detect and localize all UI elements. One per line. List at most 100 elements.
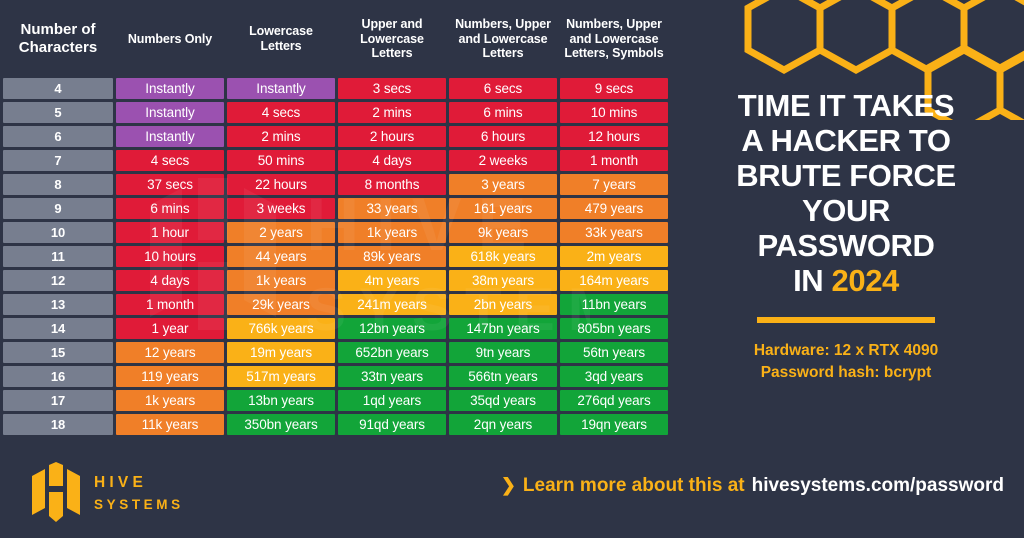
crack-time-cell: 50 mins — [227, 150, 335, 171]
crack-time-cell: 4 secs — [116, 150, 224, 171]
crack-time-cell: 2bn years — [449, 294, 557, 315]
learn-more-url: hivesystems.com/password — [751, 475, 1004, 496]
crack-time-cell: Instantly — [116, 102, 224, 123]
table-body: 4 Instantly Instantly 3 secs 6 secs 9 secs 5 In… — [3, 78, 668, 435]
headline-year: 2024 — [831, 263, 900, 299]
crack-time-cell: 3 weeks — [227, 198, 335, 219]
crack-time-cell: 3 years — [449, 174, 557, 195]
crack-time-cell: 2 mins — [227, 126, 335, 147]
crack-time-cell: 517m years — [227, 366, 335, 387]
crack-time-cell: 12 hours — [560, 126, 668, 147]
crack-time-cell: 12bn years — [338, 318, 446, 339]
column-header-lowercase: Lowercase Letters — [249, 24, 313, 53]
crack-time-cell: 1k years — [338, 222, 446, 243]
crack-time-cell: 164m years — [560, 270, 668, 291]
table-row: 11 10 hours 44 years 89k years 618k years 2m … — [3, 246, 668, 267]
password-table-container: Number of Characters Numbers Only Lowerc… — [0, 0, 668, 440]
crack-time-cell: 19m years — [227, 342, 335, 363]
crack-time-cell: 119 years — [116, 366, 224, 387]
spec-hash: Password hash: bcrypt — [760, 364, 932, 382]
crack-time-cell: 2 hours — [338, 126, 446, 147]
crack-time-cell: 91qd years — [338, 414, 446, 435]
chevron-right-icon: ❯ — [500, 475, 516, 495]
crack-time-cell: 1 year — [116, 318, 224, 339]
table-row: 10 1 hour 2 years 1k years 9k years 33k years — [3, 222, 668, 243]
crack-time-cell: 4 secs — [227, 102, 335, 123]
row-label-character-count: 13 — [3, 294, 113, 315]
footer: HIVE SYSTEMS ❯ Learn more about this at … — [0, 440, 1024, 538]
table-row: 5 Instantly 4 secs 2 mins 6 mins 10 mins — [3, 102, 668, 123]
crack-time-cell: 1k years — [227, 270, 335, 291]
crack-time-cell: Instantly — [116, 126, 224, 147]
logo-text-systems: SYSTEMS — [94, 496, 184, 512]
crack-time-cell: 3 secs — [338, 78, 446, 99]
crack-time-cell: 766k years — [227, 318, 335, 339]
crack-time-cell: 2m years — [560, 246, 668, 267]
table-row: 8 37 secs 22 hours 8 months 3 years 7 years — [3, 174, 668, 195]
column-header-characters: Number of Characters — [18, 21, 98, 56]
crack-time-cell: 1 month — [116, 294, 224, 315]
row-label-character-count: 16 — [3, 366, 113, 387]
crack-time-cell: 10 hours — [116, 246, 224, 267]
row-label-character-count: 9 — [3, 198, 113, 219]
crack-time-cell: 38m years — [449, 270, 557, 291]
crack-time-cell: 1k years — [116, 390, 224, 411]
infographic-root: HIVE SYSTEMS Number of Characters Number… — [0, 0, 1024, 538]
crack-time-cell: 4m years — [338, 270, 446, 291]
headline-in-prefix: IN — [793, 263, 832, 299]
row-label-character-count: 17 — [3, 390, 113, 411]
table-row: 6 Instantly 2 mins 2 hours 6 hours 12 hours — [3, 126, 668, 147]
crack-time-cell: Instantly — [116, 78, 224, 99]
crack-time-cell: Instantly — [227, 78, 335, 99]
hive-hexagon-logo-icon — [32, 462, 80, 522]
crack-time-cell: 7 years — [560, 174, 668, 195]
row-label-character-count: 4 — [3, 78, 113, 99]
table-row: 4 Instantly Instantly 3 secs 6 secs 9 secs — [3, 78, 668, 99]
spec-hardware: Hardware: 12 x RTX 4090 — [753, 342, 939, 360]
crack-time-cell: 479 years — [560, 198, 668, 219]
crack-time-cell: 33tn years — [338, 366, 446, 387]
crack-time-cell: 147bn years — [449, 318, 557, 339]
table-row: 15 12 years 19m years 652bn years 9tn years 5… — [3, 342, 668, 363]
column-header-numbers-only: Numbers Only — [127, 31, 213, 46]
crack-time-cell: 8 months — [338, 174, 446, 195]
crack-time-cell: 6 mins — [449, 102, 557, 123]
column-header-numbers-upper-lower: Numbers, Upper and Lowercase Letters — [455, 16, 551, 61]
row-label-character-count: 8 — [3, 174, 113, 195]
crack-time-cell: 9 secs — [560, 78, 668, 99]
page-title: TIME IT TAKES A HACKER TO BRUTE FORCE YO… — [681, 88, 1011, 298]
crack-time-cell: 19qn years — [560, 414, 668, 435]
crack-time-cell: 618k years — [449, 246, 557, 267]
crack-time-cell: 33k years — [560, 222, 668, 243]
crack-time-cell: 1qd years — [338, 390, 446, 411]
row-label-character-count: 11 — [3, 246, 113, 267]
learn-more-link[interactable]: ❯ Learn more about this at hivesystems.c… — [501, 475, 1004, 497]
headline-line-1: TIME IT TAKES — [737, 88, 955, 123]
crack-time-cell: 1 month — [560, 150, 668, 171]
learn-more-label: Learn more about this at — [522, 475, 745, 496]
crack-time-cell: 350bn years — [227, 414, 335, 435]
divider — [757, 317, 935, 324]
table-row: 96 mins 3 weeks 33 years 161 years 479 years — [3, 198, 668, 219]
crack-time-cell: 9tn years — [449, 342, 557, 363]
table-row: 74 secs 50 mins 4 days 2 weeks 1 month — [3, 150, 668, 171]
crack-time-cell: 566tn years — [449, 366, 557, 387]
hive-systems-logo[interactable]: HIVE SYSTEMS — [30, 462, 184, 522]
table-header: Number of Characters Numbers Only Lowerc… — [3, 3, 668, 75]
spec-block: Hardware: 12 x RTX 4090 Password hash: b… — [754, 340, 938, 384]
row-label-character-count: 7 — [3, 150, 113, 171]
headline-line-4: YOUR — [802, 193, 890, 229]
crack-time-cell: 35qd years — [449, 390, 557, 411]
crack-time-cell: 1 hour — [116, 222, 224, 243]
crack-time-cell: 13bn years — [227, 390, 335, 411]
crack-time-cell: 29k years — [227, 294, 335, 315]
crack-time-cell: 241m years — [338, 294, 446, 315]
crack-time-cell: 805bn years — [560, 318, 668, 339]
crack-time-cell: 2 weeks — [449, 150, 557, 171]
row-label-character-count: 6 — [3, 126, 113, 147]
crack-time-cell: 4 days — [338, 150, 446, 171]
table-row: 12 4 days 1k years 4m years 38m years 164m ye… — [3, 270, 668, 291]
crack-time-cell: 33 years — [338, 198, 446, 219]
row-label-character-count: 5 — [3, 102, 113, 123]
crack-time-cell: 9k years — [449, 222, 557, 243]
